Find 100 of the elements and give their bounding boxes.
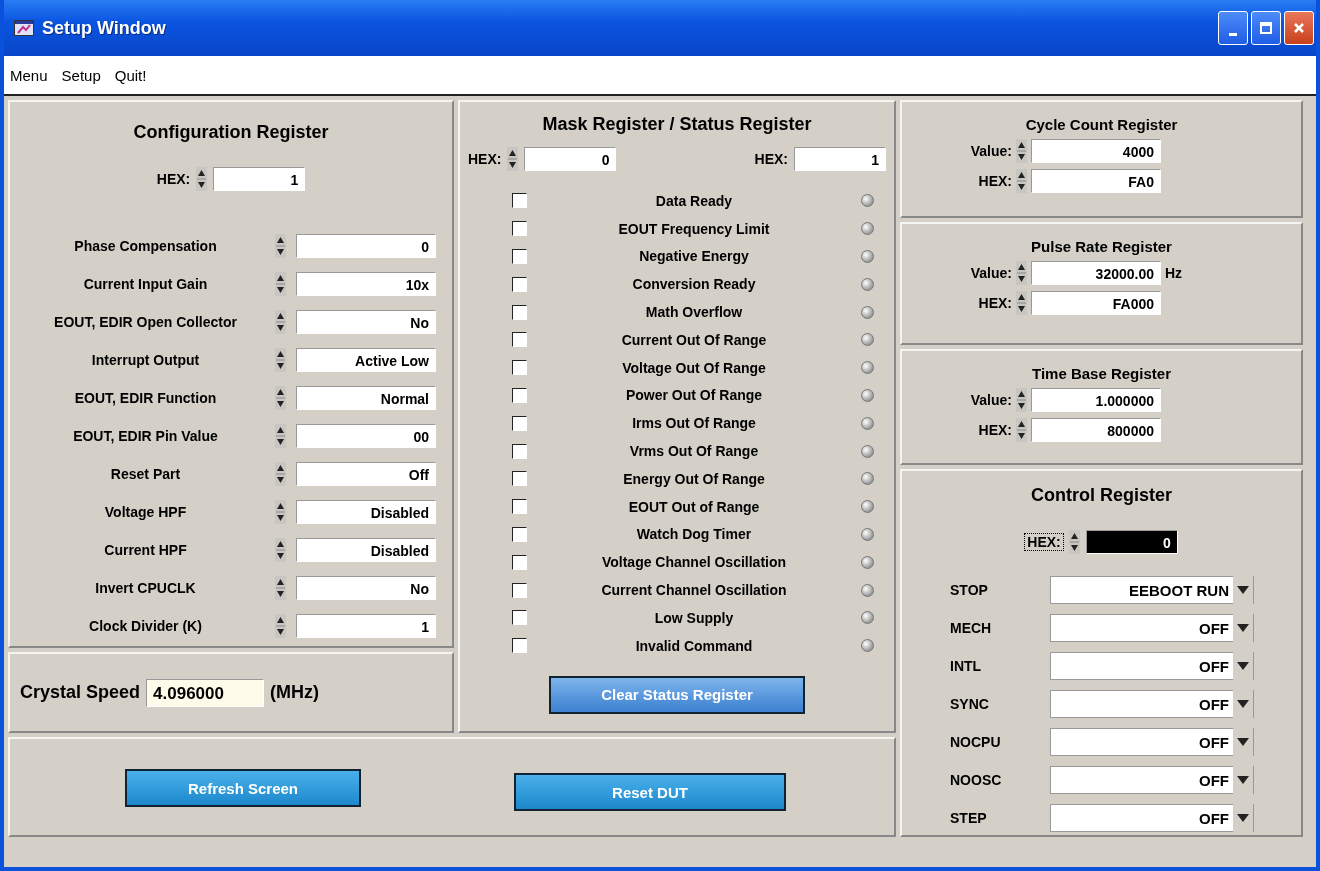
maximize-icon: [1260, 22, 1272, 34]
menu-item[interactable]: Setup: [61, 66, 101, 84]
field-label: NOOSC: [950, 772, 1003, 788]
spinner-icon[interactable]: [1016, 291, 1027, 315]
panel-title: Mask Register / Status Register: [541, 114, 813, 135]
field-label: Current HPF: [103, 542, 188, 558]
field-label: Crystal Speed: [20, 682, 141, 703]
mask-checkbox[interactable]: [512, 360, 527, 376]
field-label: Voltage HPF: [103, 504, 188, 520]
value-field[interactable]: Disabled: [296, 500, 436, 524]
hex-field[interactable]: 1: [213, 167, 306, 191]
spinner-icon[interactable]: [275, 234, 286, 258]
status-flag-label: Invalid Command: [634, 637, 754, 654]
field-label: Current Input Gain: [82, 276, 209, 292]
hex-field[interactable]: 0: [1085, 530, 1178, 554]
status-flag-label: Math Overflow: [644, 304, 744, 321]
mask-checkbox[interactable]: [512, 387, 527, 403]
spinner-icon[interactable]: [275, 310, 286, 334]
spinner-icon[interactable]: [275, 272, 286, 296]
status-flag-label: Energy Out Of Range: [622, 470, 766, 487]
spinner-icon[interactable]: [275, 614, 286, 638]
mask-checkbox[interactable]: [512, 415, 527, 431]
value-field[interactable]: 10x: [296, 272, 436, 296]
field-label: Interrupt Output: [90, 352, 201, 368]
spinner-icon[interactable]: [1016, 261, 1027, 285]
spinner-icon[interactable]: [1016, 169, 1027, 193]
window-title: Setup Window: [42, 17, 166, 39]
mask-checkbox[interactable]: [512, 332, 527, 348]
panel-title: Cycle Count Register: [1024, 116, 1179, 133]
mask-checkbox[interactable]: [512, 221, 527, 237]
mask-checkbox[interactable]: [512, 526, 527, 542]
spinner-icon[interactable]: [196, 167, 208, 191]
status-flag-label: Negative Energy: [638, 248, 750, 265]
status-flag-label: Current Out Of Range: [620, 331, 768, 348]
value-field[interactable]: Active Low: [296, 348, 436, 372]
value-field[interactable]: No: [296, 576, 436, 600]
spinner-icon[interactable]: [1016, 388, 1027, 412]
unit-label: (MHz): [270, 682, 320, 703]
mask-checkbox[interactable]: [512, 443, 527, 459]
value-field[interactable]: Normal: [296, 386, 436, 410]
value-field[interactable]: 4000: [1031, 139, 1161, 163]
field-label: SYNC: [950, 696, 990, 712]
value-field[interactable]: 0: [296, 234, 436, 258]
close-button[interactable]: [1284, 11, 1314, 45]
mask-hex-field[interactable]: 0: [524, 147, 617, 171]
value-field[interactable]: 32000.00: [1031, 261, 1161, 285]
dropdown[interactable]: OFF: [1050, 766, 1254, 794]
dropdown[interactable]: OFF: [1050, 690, 1254, 718]
value-field[interactable]: FA0: [1031, 169, 1161, 193]
field-label: STOP: [950, 582, 989, 598]
mask-checkbox[interactable]: [512, 554, 527, 570]
value-field[interactable]: Disabled: [296, 538, 436, 562]
mask-checkbox[interactable]: [512, 499, 527, 515]
field-label: Reset Part: [109, 466, 182, 482]
dropdown[interactable]: EEBOOT RUN: [1050, 576, 1254, 604]
value-field[interactable]: 1.000000: [1031, 388, 1161, 412]
mask-checkbox[interactable]: [512, 249, 527, 264]
dropdown[interactable]: OFF: [1050, 728, 1254, 756]
mask-checkbox[interactable]: [512, 610, 527, 626]
field-label: HEX:: [468, 151, 502, 167]
field-label: HEX:: [1025, 534, 1063, 550]
spinner-icon[interactable]: [275, 538, 286, 562]
mask-checkbox[interactable]: [512, 193, 527, 209]
dropdown[interactable]: OFF: [1050, 652, 1254, 680]
spinner-icon[interactable]: [1016, 139, 1027, 163]
spinner-icon[interactable]: [275, 462, 286, 486]
spinner-icon[interactable]: [275, 500, 286, 524]
field-label: MECH: [950, 620, 993, 636]
spinner-icon[interactable]: [275, 348, 286, 372]
mask-checkbox[interactable]: [512, 304, 527, 320]
status-flag-label: Data Ready: [654, 192, 734, 209]
value-field[interactable]: FA000: [1031, 291, 1161, 315]
spinner-icon[interactable]: [275, 576, 286, 600]
value-field[interactable]: 00: [296, 424, 436, 448]
value-field[interactable]: 800000: [1031, 418, 1161, 442]
menu-item[interactable]: Menu: [10, 66, 48, 84]
spinner-icon[interactable]: [1016, 418, 1027, 442]
dropdown[interactable]: OFF: [1050, 804, 1254, 832]
status-flag-label: Irms Out Of Range: [631, 415, 757, 432]
dropdown[interactable]: OFF: [1050, 614, 1254, 642]
menu-item[interactable]: Quit!: [114, 66, 147, 84]
mask-checkbox[interactable]: [512, 582, 527, 598]
spinner-icon[interactable]: [507, 147, 519, 171]
value-field[interactable]: 1: [296, 614, 436, 638]
spinner-icon[interactable]: [275, 386, 286, 410]
value-field[interactable]: No: [296, 310, 436, 334]
panel-title: Pulse Rate Register: [1030, 238, 1173, 255]
mask-checkbox[interactable]: [512, 638, 527, 654]
field-label: Phase Compensation: [73, 238, 218, 254]
value-field[interactable]: Off: [296, 462, 436, 486]
spinner-icon[interactable]: [1068, 530, 1080, 554]
crystal-speed-field[interactable]: 4.096000: [146, 678, 265, 707]
minimize-button[interactable]: [1218, 11, 1248, 45]
maximize-button[interactable]: [1251, 11, 1281, 45]
field-label: HEX:: [977, 422, 1012, 438]
field-label: Clock Divider (K): [88, 618, 203, 634]
mask-checkbox[interactable]: [512, 471, 527, 487]
spinner-icon[interactable]: [275, 424, 286, 448]
app-icon: [14, 20, 34, 36]
mask-checkbox[interactable]: [512, 276, 527, 292]
